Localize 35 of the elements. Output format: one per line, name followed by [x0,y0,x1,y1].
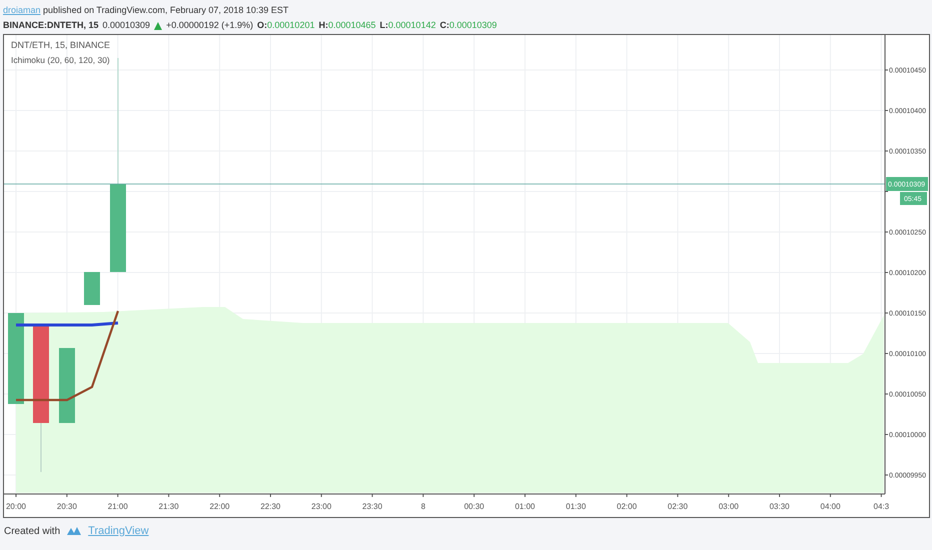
chart-title: DNT/ETH, 15, BINANCE [11,40,110,50]
time-axis-label: 21:30 [158,502,179,511]
time-axis-label: 03:00 [718,502,739,511]
time-axis-label: 21:00 [108,502,128,511]
time-axis-label: 20:00 [6,502,26,511]
time-axis-label: 04:00 [820,502,840,511]
countdown-tag [900,192,927,205]
ohlc-value: O:0.00010201 [257,19,315,32]
brand-link[interactable]: TradingView [88,523,149,540]
time-axis-label: 03:30 [769,502,790,511]
time-axis-label: 23:00 [311,502,332,511]
time-axis-label: 20:30 [56,502,77,511]
ohlc-value: H:0.00010465 [318,19,376,32]
ohlc-value: L:0.00010142 [380,19,436,32]
created-with-text: Created with [4,524,60,539]
time-axis-label: 04:3 [874,502,890,511]
time-axis-label: 23:30 [362,502,382,511]
published-text: published on TradingView.com, February 07, 2018 10:39 EST [43,5,289,15]
time-axis-label: 02:00 [616,502,637,511]
time-axis-label: 02:30 [668,502,688,511]
time-axis-label: 22:00 [210,502,230,511]
symbol-text: BINANCE:DNTETH, 15 [3,19,99,32]
ohlc-value: C:0.00010309 [440,19,497,32]
indicator-label: Ichimoku (20, 60, 120, 30) [11,55,110,65]
wick-line [40,422,42,472]
up-candle [84,272,100,305]
price-text: 0.00010309 [102,19,150,32]
change-text: +0.00000192 (+1.9%) [166,19,254,32]
time-axis-label: 00:30 [464,502,484,511]
time-axis-label: 8 [420,502,426,511]
time-axis-label: 01:30 [566,502,586,511]
time-axis-label: 22:30 [260,502,281,511]
logo-icon [66,525,82,538]
time-axis-label: 01:00 [514,502,536,511]
author-link[interactable]: droiaman [3,5,41,15]
